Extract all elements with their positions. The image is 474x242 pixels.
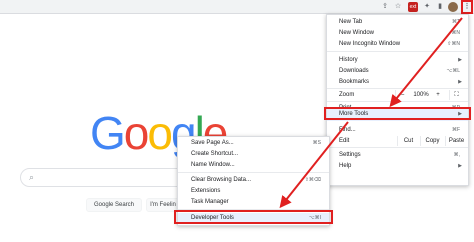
arrow-to-developer-tools [279,121,349,209]
arrow-to-more-tools [389,17,463,108]
annotation-arrows [279,17,463,209]
